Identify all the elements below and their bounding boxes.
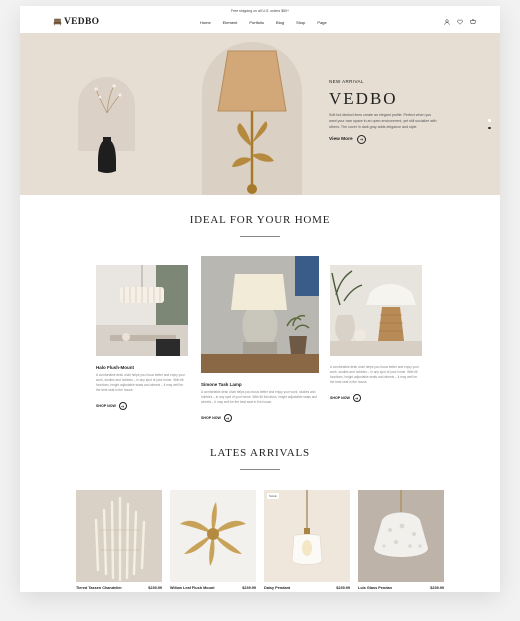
- hero-pagination: [488, 119, 491, 129]
- menu-item-home[interactable]: Home: [200, 20, 211, 25]
- header-icons: [444, 19, 476, 25]
- user-icon[interactable]: [444, 19, 450, 25]
- hero-dot-1[interactable]: [488, 119, 491, 122]
- product-image[interactable]: [76, 490, 162, 582]
- hero-banner: NEW ARRIVAL VEDBO Soft but distinct line…: [20, 33, 500, 195]
- card-title: Halo Flush-Mount: [96, 365, 134, 370]
- card-description: A comfortable desk chair helps you focus…: [330, 365, 419, 384]
- shop-now-label: SHOP NOW: [330, 396, 350, 400]
- ideal-divider: [240, 236, 280, 237]
- ideal-card-1: Halo Flush-Mount A comfortable desk chai…: [96, 265, 188, 410]
- ideal-card-2: Simone Task Lamp A comfortable desk chai…: [201, 256, 319, 422]
- card-image-table-lamp[interactable]: [201, 256, 319, 373]
- view-more-button[interactable]: View More: [329, 135, 449, 144]
- product-image[interactable]: SALE: [264, 490, 350, 582]
- product-image[interactable]: [358, 490, 444, 582]
- product-card-3[interactable]: SALE Daisy Pendant $239.99: [264, 490, 350, 590]
- ideal-section-title: IDEAL FOR YOUR HOME: [189, 214, 331, 226]
- wall-lamp-image: [217, 50, 287, 194]
- view-more-label: View More: [329, 137, 353, 142]
- logo-text: VEDBO: [64, 17, 100, 27]
- menu-item-portfolio[interactable]: Portfolio: [249, 20, 264, 25]
- menu-item-page[interactable]: Page: [317, 20, 326, 25]
- product-card-4[interactable]: Lois Glass Pendan $239.99: [358, 490, 444, 590]
- sale-badge: SALE: [267, 493, 279, 499]
- product-price: $239.99: [336, 586, 350, 590]
- shipping-banner: Free shipping on all U.S. orders $50+: [230, 9, 290, 13]
- product-price: $239.99: [148, 586, 162, 590]
- menu-item-element[interactable]: Element: [223, 20, 238, 25]
- cart-icon[interactable]: [470, 19, 476, 25]
- vase-image: [94, 84, 122, 173]
- shop-now-label: SHOP NOW: [96, 404, 116, 408]
- card-image-decor[interactable]: [330, 265, 422, 356]
- shop-now-button[interactable]: SHOP NOW: [96, 402, 188, 410]
- main-menu: Home Element Portfolio Blog Shop Page: [200, 20, 327, 25]
- product-price: $239.99: [242, 586, 256, 590]
- card-image-chandelier[interactable]: [96, 265, 188, 356]
- logo[interactable]: VEDBO: [53, 17, 99, 27]
- menu-item-shop[interactable]: Shop: [296, 20, 305, 25]
- arrivals-section-title: LATES ARRIVALS: [210, 447, 310, 459]
- card-title: Simone Task Lamp: [201, 382, 242, 387]
- hero-title: VEDBO: [329, 89, 398, 108]
- arrow-right-icon: [352, 394, 361, 402]
- product-name: Lois Glass Pendan: [358, 586, 392, 590]
- chair-logo-icon: [53, 18, 62, 26]
- page: Free shipping on all U.S. orders $50+ VE…: [20, 6, 500, 592]
- card-description: A comfortable desk chair helps you focus…: [96, 373, 185, 392]
- product-name: Tiered Tassen Chandelier: [76, 586, 122, 590]
- shop-now-button[interactable]: SHOP NOW: [330, 394, 422, 402]
- card-description: A comfortable desk chair helps you focus…: [201, 390, 318, 404]
- hero-eyebrow: NEW ARRIVAL: [329, 79, 364, 84]
- product-card-2[interactable]: Willow Leaf Flush Mount $239.99: [170, 490, 256, 590]
- hero-dot-2[interactable]: [488, 126, 491, 129]
- arrow-right-icon: [356, 135, 366, 144]
- product-name: Daisy Pendant: [264, 586, 291, 590]
- menu-item-blog[interactable]: Blog: [276, 20, 284, 25]
- shop-now-button[interactable]: SHOP NOW: [201, 414, 319, 422]
- hero-text: NEW ARRIVAL VEDBO Soft but distinct line…: [329, 79, 449, 144]
- ideal-card-3: A comfortable desk chair helps you focus…: [330, 265, 422, 402]
- heart-icon[interactable]: [457, 19, 463, 25]
- header: VEDBO Home Element Portfolio Blog Shop P…: [20, 17, 500, 33]
- product-price: $239.99: [430, 586, 444, 590]
- product-name: Willow Leaf Flush Mount: [170, 586, 215, 590]
- arrivals-divider: [240, 469, 280, 470]
- product-image[interactable]: [170, 490, 256, 582]
- arrow-right-icon: [223, 414, 232, 422]
- hero-description: Soft but distinct lines create an elegan…: [329, 113, 437, 129]
- arrow-right-icon: [118, 402, 127, 410]
- shop-now-label: SHOP NOW: [201, 416, 221, 420]
- product-card-1[interactable]: Tiered Tassen Chandelier $239.99: [76, 490, 162, 590]
